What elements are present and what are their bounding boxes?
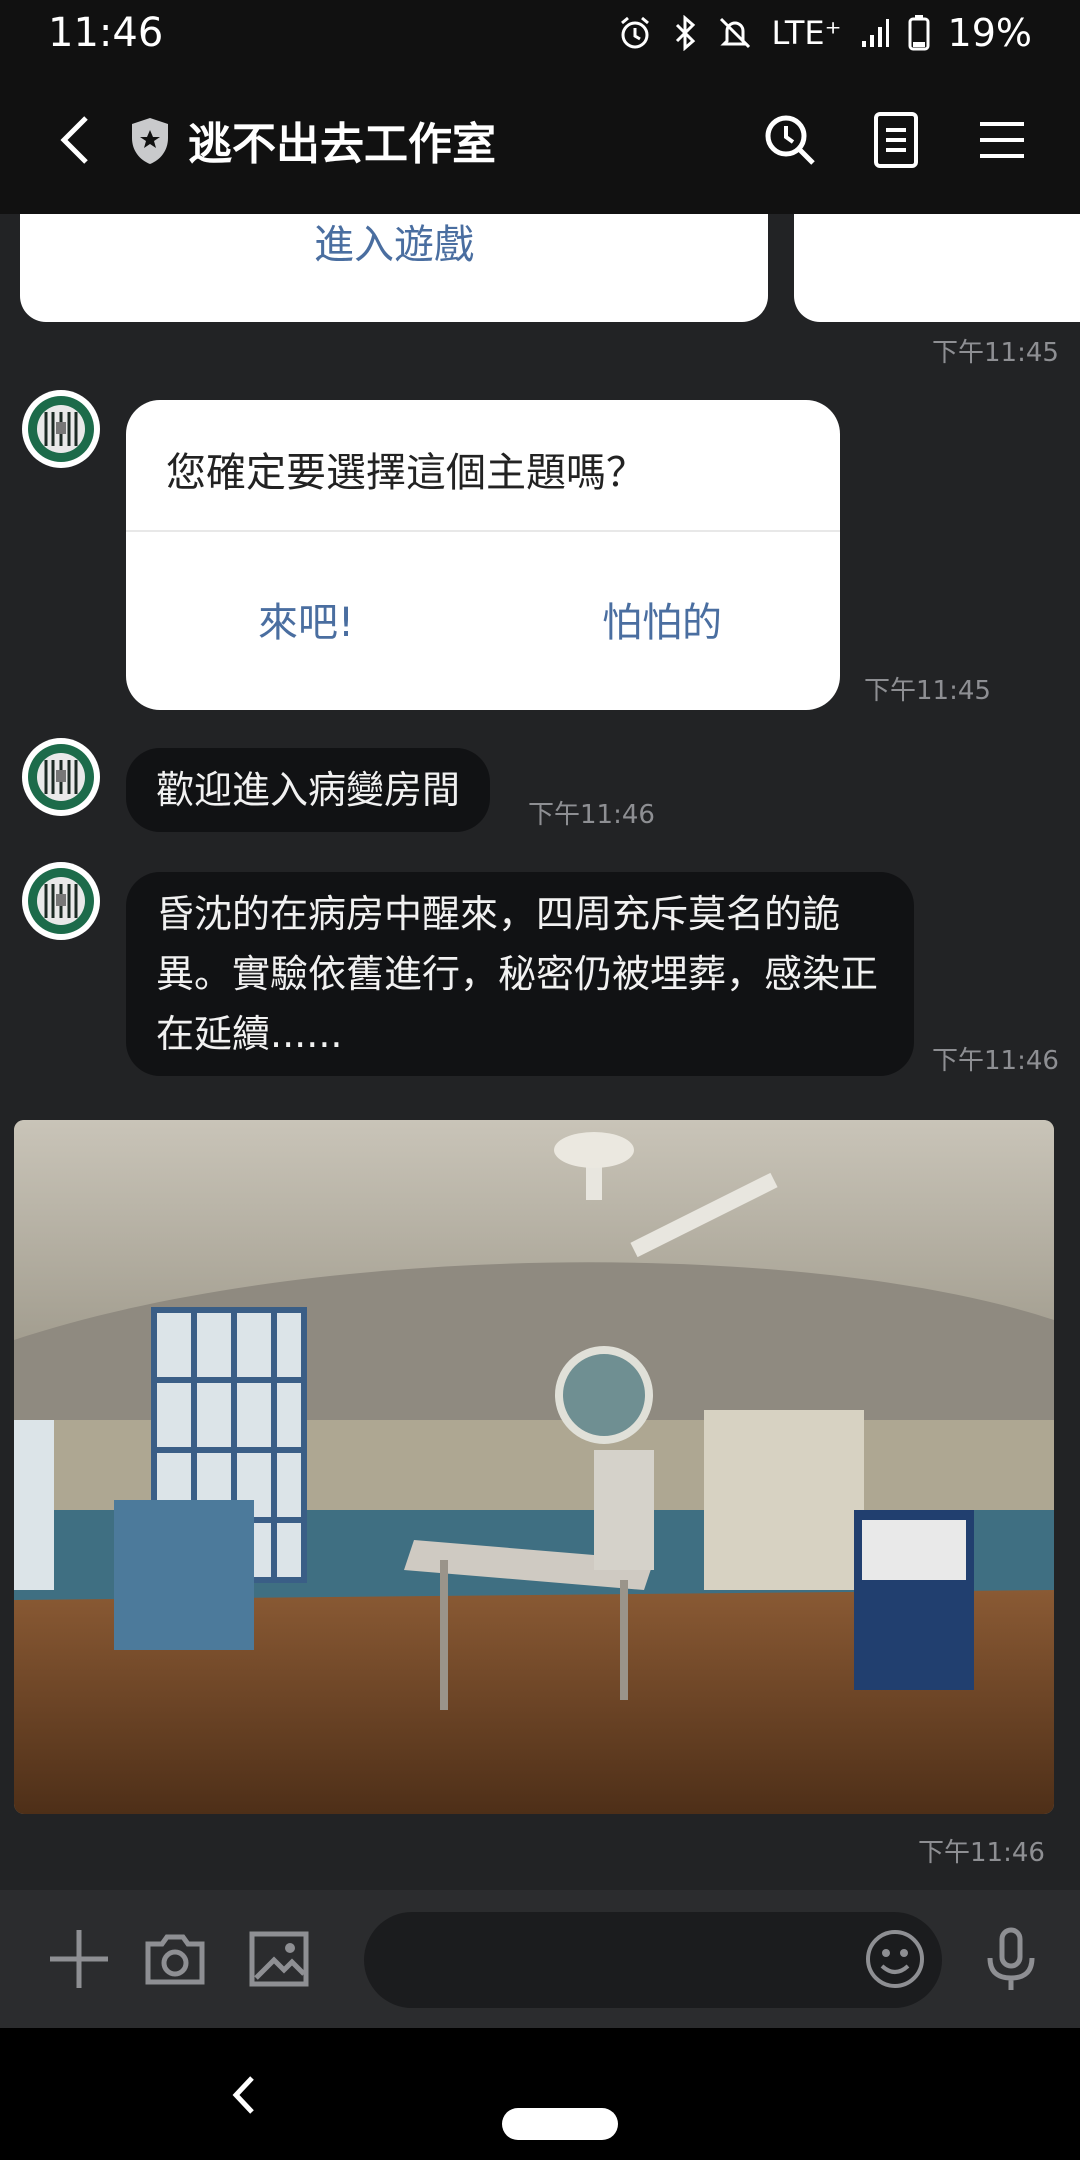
emoji-button[interactable] — [862, 1926, 928, 1992]
avatar-logo-icon — [28, 396, 94, 462]
timestamp: 下午11:46 — [918, 1838, 1045, 1868]
avatar[interactable] — [22, 738, 100, 816]
search-button[interactable] — [756, 106, 824, 174]
back-icon — [232, 2076, 254, 2114]
notes-button[interactable] — [862, 106, 930, 174]
emoji-icon — [866, 1930, 924, 1988]
abandoned-hospital-photo — [14, 1120, 1054, 1814]
battery-percent: 19% — [947, 11, 1032, 55]
alarm-icon — [617, 15, 653, 51]
timestamp: 下午11:46 — [528, 800, 655, 830]
status-icons: LTE⁺ 19% — [617, 11, 1032, 55]
enter-game-button[interactable]: 進入遊戲 — [20, 214, 768, 270]
avatar[interactable] — [22, 862, 100, 940]
confirm-no-button[interactable]: 怕怕的 — [602, 590, 722, 648]
plus-button[interactable] — [44, 1924, 114, 1994]
confirm-yes-button[interactable]: 來吧! — [258, 590, 354, 648]
chat-photo[interactable] — [14, 1120, 1054, 1814]
bluetooth-icon — [671, 15, 699, 51]
chat-header: 逃不出去工作室 — [0, 66, 1080, 214]
menu-button[interactable] — [968, 106, 1036, 174]
battery-icon — [908, 15, 930, 51]
menu-icon — [980, 122, 1024, 158]
timestamp: 下午11:46 — [932, 1046, 1059, 1076]
gallery-icon — [249, 1931, 309, 1987]
back-button[interactable] — [48, 110, 108, 170]
chat-title: 逃不出去工作室 — [188, 119, 496, 170]
message-bubble[interactable]: 歡迎進入病變房間 — [126, 748, 491, 832]
avatar-logo-icon — [28, 744, 94, 810]
network-type: LTE⁺ — [771, 14, 842, 52]
confirm-question: 您確定要選擇這個主題嗎？ — [166, 450, 646, 496]
avatar[interactable] — [22, 390, 100, 468]
previous-card: 進入遊戲 — [20, 214, 768, 322]
status-time: 11:46 — [48, 10, 164, 56]
timestamp: 下午11:45 — [864, 676, 991, 706]
status-bar: 11:46 LTE⁺ 19% — [0, 0, 1080, 66]
voice-button[interactable] — [976, 1924, 1046, 1994]
divider — [126, 530, 840, 532]
chat-area: 進入遊戲 下午11:45 您確定要選擇這個主題嗎？ 來吧! 怕怕的 下午11:4… — [0, 214, 1080, 1890]
input-bar — [0, 1890, 1080, 2028]
gallery-button[interactable] — [244, 1924, 314, 1994]
plus-icon — [50, 1930, 108, 1988]
signal-icon — [860, 17, 890, 49]
confirm-card: 您確定要選擇這個主題嗎？ — [126, 400, 840, 710]
system-nav-bar — [0, 2028, 1080, 2160]
next-card-partial[interactable] — [794, 214, 1080, 322]
search-icon — [765, 115, 815, 165]
avatar-logo-icon — [28, 868, 94, 934]
message-text: 昏沈的在病房中醒來，四周充斥莫名的詭異。實驗依舊進行，秘密仍被埋葬，感染正在延續… — [156, 892, 879, 1056]
back-icon — [60, 116, 88, 164]
home-button[interactable] — [502, 2108, 618, 2140]
mic-icon — [987, 1927, 1035, 1990]
camera-icon — [145, 1934, 205, 1985]
shield-icon — [128, 116, 172, 166]
bell-off-icon — [717, 15, 753, 51]
message-input[interactable] — [364, 1912, 942, 2008]
notes-icon — [874, 112, 918, 168]
message-bubble[interactable]: 昏沈的在病房中醒來，四周充斥莫名的詭異。實驗依舊進行，秘密仍被埋葬，感染正在延續… — [126, 872, 914, 1076]
camera-button[interactable] — [140, 1924, 210, 1994]
timestamp: 下午11:45 — [932, 338, 1059, 368]
message-text: 歡迎進入病變房間 — [156, 768, 461, 812]
system-back-button[interactable] — [222, 2072, 268, 2118]
